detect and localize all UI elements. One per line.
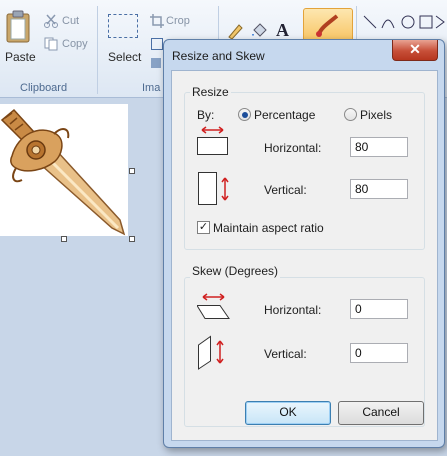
skew-group-label: Skew (Degrees) bbox=[190, 264, 281, 278]
pixels-radio[interactable] bbox=[344, 108, 357, 121]
percentage-radio[interactable] bbox=[238, 108, 251, 121]
ribbon-separator bbox=[97, 6, 98, 94]
dialog-titlebar[interactable]: Resize and Skew ✕ bbox=[164, 40, 444, 70]
rotate-icon bbox=[151, 58, 161, 68]
percentage-label[interactable]: Percentage bbox=[254, 108, 315, 122]
clipboard-group-label: Clipboard bbox=[20, 82, 68, 94]
maintain-aspect-checkbox[interactable]: ✓ bbox=[197, 221, 210, 234]
resize-group-label: Resize bbox=[190, 85, 231, 99]
resize-icon bbox=[151, 38, 163, 50]
resize-horizontal-label: Horizontal: bbox=[264, 141, 322, 155]
cancel-button[interactable]: Cancel bbox=[338, 401, 424, 425]
paste-label: Paste bbox=[5, 50, 36, 64]
resize-horizontal-input[interactable] bbox=[350, 137, 408, 157]
fill-icon[interactable] bbox=[250, 22, 268, 40]
selection-rect-icon bbox=[108, 14, 138, 38]
pixels-label[interactable]: Pixels bbox=[360, 108, 392, 122]
resize-handle[interactable] bbox=[61, 236, 67, 242]
ok-button[interactable]: OK bbox=[245, 401, 331, 425]
select-label: Select bbox=[108, 50, 142, 64]
dialog-title: Resize and Skew bbox=[172, 49, 265, 63]
copy-button[interactable]: Copy bbox=[62, 38, 88, 50]
resize-skew-dialog: Resize and Skew ✕ Resize By: Percentage … bbox=[163, 39, 445, 448]
resize-vertical-label: Vertical: bbox=[264, 183, 307, 197]
skew-horizontal-label: Horizontal: bbox=[264, 303, 322, 317]
skew-vertical-icon bbox=[198, 335, 224, 370]
by-label: By: bbox=[197, 108, 215, 122]
image-group-label: Ima bbox=[142, 82, 161, 94]
select-button[interactable]: Select bbox=[104, 8, 144, 68]
skew-vertical-input[interactable] bbox=[350, 343, 408, 363]
copy-icon bbox=[44, 37, 58, 51]
skew-horizontal-icon bbox=[197, 293, 230, 319]
resize-horizontal-icon bbox=[197, 126, 228, 155]
paste-button[interactable]: Paste bbox=[2, 6, 36, 68]
cancel-label: Cancel bbox=[362, 405, 400, 419]
cut-button[interactable]: Cut bbox=[62, 15, 79, 27]
resize-handle[interactable] bbox=[129, 168, 135, 174]
resize-vertical-icon bbox=[198, 172, 229, 205]
resize-vertical-input[interactable] bbox=[350, 179, 408, 199]
drawing-canvas[interactable] bbox=[0, 104, 128, 236]
resize-handle[interactable] bbox=[129, 236, 135, 242]
brush-icon bbox=[316, 14, 339, 37]
close-button[interactable]: ✕ bbox=[392, 40, 438, 61]
checkmark-icon: ✓ bbox=[198, 221, 209, 233]
skew-horizontal-input[interactable] bbox=[350, 299, 408, 319]
crop-button[interactable]: Crop bbox=[166, 15, 190, 27]
dialog-body: Resize By: Percentage Pixels Horizontal:… bbox=[171, 70, 438, 441]
cut-icon bbox=[44, 14, 58, 28]
crop-icon bbox=[150, 14, 164, 28]
text-tool-icon[interactable]: A bbox=[276, 20, 289, 41]
ok-label: OK bbox=[279, 405, 297, 419]
close-icon: ✕ bbox=[409, 41, 421, 57]
sword-image bbox=[0, 108, 126, 236]
maintain-aspect-label[interactable]: Maintain aspect ratio bbox=[213, 221, 324, 235]
clipboard-icon bbox=[6, 10, 30, 43]
shapes-gallery[interactable] bbox=[360, 12, 447, 42]
skew-vertical-label: Vertical: bbox=[264, 347, 307, 361]
pencil-icon[interactable] bbox=[226, 22, 244, 40]
